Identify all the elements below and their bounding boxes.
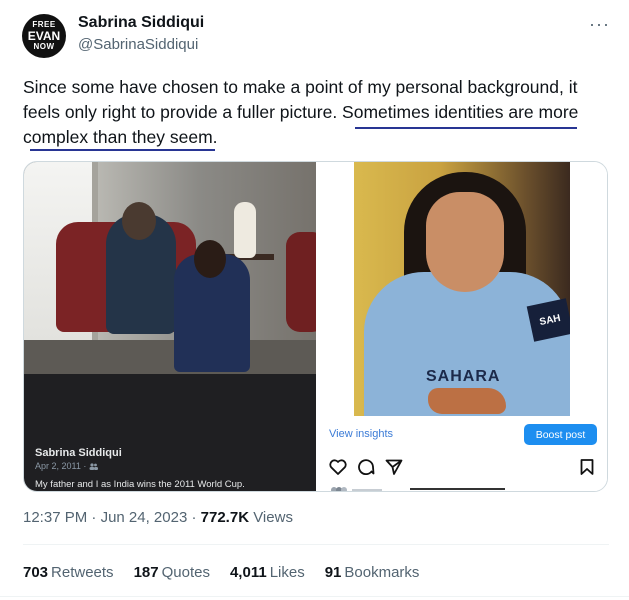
left-post-screenshot[interactable]: Sabrina Siddiqui Apr 2, 2011 · My father… [24, 162, 316, 491]
view-insights-link[interactable]: View insights [329, 428, 393, 440]
post-caption: My father and I as India wins the 2011 W… [35, 479, 245, 490]
likes-label: Likes [269, 564, 305, 581]
tweet-timestamp[interactable]: 12:37 PM · Jun 24, 2023 · 772.7K Views [23, 509, 293, 526]
red-armchair [286, 232, 316, 332]
engagement-stats: 703 Retweets 187 Quotes 4,011 Likes 91 Bookm… [23, 564, 439, 581]
selfie-photo: SAH SAHARA [354, 162, 570, 416]
display-name[interactable]: Sabrina Siddiqui [78, 14, 204, 32]
post-actions [329, 458, 403, 475]
quotes-stat[interactable]: 187 Quotes [134, 564, 210, 581]
media-card[interactable]: Sabrina Siddiqui Apr 2, 2011 · My father… [23, 161, 608, 492]
share-icon[interactable] [385, 459, 403, 475]
likes-stat[interactable]: 4,011 Likes [230, 564, 305, 581]
jersey-logo: SAHARA [426, 368, 501, 385]
separator: · [187, 509, 201, 526]
bookmarks-count: 91 [324, 564, 342, 581]
father-head [122, 202, 156, 240]
heart-icon[interactable] [329, 458, 347, 475]
views-label: Views [253, 509, 293, 526]
divider [0, 596, 629, 597]
tweet-date: Jun 24, 2023 [100, 509, 188, 526]
bookmarks-label: Bookmarks [344, 564, 420, 581]
jersey-band: SAH [526, 298, 570, 342]
daughter-head [194, 240, 226, 278]
liked-by-row [331, 487, 505, 491]
floor [24, 340, 316, 374]
retweets-stat[interactable]: 703 Retweets [23, 564, 114, 581]
user-handle[interactable]: @SabrinaSiddiqui [78, 36, 198, 53]
bookmark-icon[interactable] [580, 459, 594, 475]
post-meta: Apr 2, 2011 · [35, 461, 98, 471]
family-photo [24, 162, 316, 374]
face [426, 192, 504, 292]
likes-count: 4,011 [229, 564, 267, 581]
avatar-line-2: EVAN [27, 29, 61, 43]
bookmarks-stat[interactable]: 91 Bookmarks [325, 564, 420, 581]
avatar[interactable]: FREE EVAN NOW [22, 14, 66, 58]
retweets-count: 703 [23, 564, 49, 581]
people-icon [89, 463, 98, 471]
post-date: Apr 2, 2011 · [35, 461, 89, 471]
quotes-label: Quotes [161, 564, 210, 581]
avatar-line-3: NOW [33, 42, 55, 51]
underline-mark [355, 127, 577, 129]
underline-mark [30, 149, 215, 151]
vase [234, 202, 256, 258]
views-count: 772.7K [200, 509, 250, 526]
retweets-label: Retweets [51, 564, 114, 581]
tweet-text: Since some have chosen to make a point o… [23, 77, 579, 147]
boost-post-button[interactable]: Boost post [524, 424, 597, 445]
separator: · [87, 509, 101, 526]
divider [23, 544, 609, 545]
tweet-time: 12:37 PM [23, 509, 88, 526]
more-icon[interactable]: ··· [589, 14, 610, 35]
india-map-graphic [428, 388, 506, 414]
avatar-line-1: FREE [32, 20, 56, 29]
post-author-name: Sabrina Siddiqui [35, 447, 122, 459]
quotes-count: 187 [133, 564, 159, 581]
right-post-screenshot[interactable]: SAH SAHARA View insights Boost post [318, 162, 607, 491]
comment-icon[interactable] [357, 458, 375, 475]
